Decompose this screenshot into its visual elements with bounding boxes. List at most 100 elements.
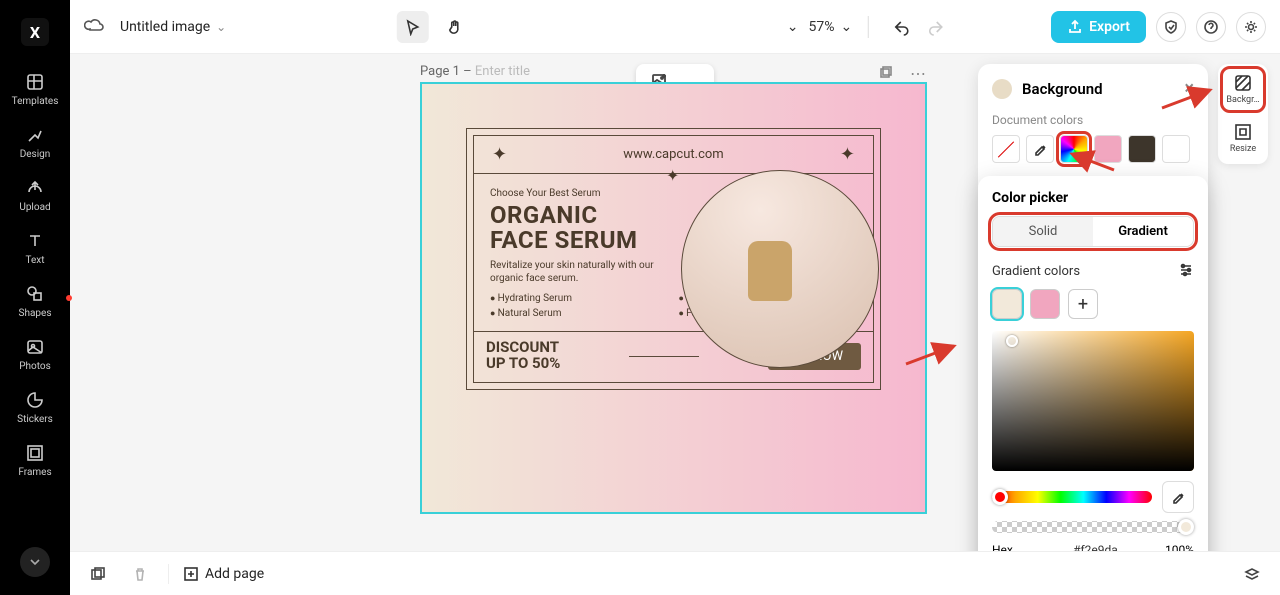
page-title-input[interactable]: Enter title	[475, 64, 530, 79]
nav-label: Design	[20, 149, 51, 160]
document-title: Untitled image	[120, 19, 210, 35]
settings-button[interactable]	[1236, 12, 1266, 42]
ad-photo	[681, 170, 879, 368]
nav-label: Templates	[12, 96, 59, 107]
help-icon	[1203, 19, 1219, 35]
chevron-down-icon: ⌄	[216, 20, 226, 34]
swatch-rainbow[interactable]	[1060, 135, 1088, 163]
tab-solid[interactable]: Solid	[993, 217, 1093, 246]
zoom-dropdown[interactable]: 57% ⌄	[809, 19, 853, 35]
add-page-label: Add page	[205, 566, 264, 582]
templates-icon	[25, 72, 45, 92]
top-header: Untitled image ⌄ ⌄ 57% ⌄ Export	[70, 0, 1280, 54]
help-button[interactable]	[1196, 12, 1226, 42]
document-title-dropdown[interactable]: Untitled image ⌄	[120, 19, 226, 35]
ad-url: www.capcut.com	[623, 147, 723, 162]
picker-tabs: Solid Gradient	[992, 216, 1194, 247]
export-label: Export	[1089, 19, 1130, 35]
delete-page-button[interactable]	[126, 560, 154, 588]
eyedropper-icon	[1170, 489, 1186, 505]
right-rail: Backgr… Resize	[1218, 64, 1268, 164]
layers-button[interactable]	[1238, 560, 1266, 588]
chevron-down-icon: ⌄	[841, 19, 853, 35]
nav-label: Upload	[19, 202, 50, 213]
nav-label: Frames	[18, 467, 51, 478]
swatch-eyedropper[interactable]	[1026, 135, 1054, 163]
rail-background-button[interactable]: Backgr…	[1224, 70, 1261, 109]
background-icon	[1234, 74, 1252, 92]
color-picker-popover: Color picker Solid Gradient Gradient col…	[978, 176, 1208, 589]
select-tool[interactable]	[397, 11, 429, 43]
export-button[interactable]: Export	[1051, 11, 1146, 43]
photos-icon	[25, 337, 45, 357]
hue-slider[interactable]	[992, 491, 1152, 503]
chevron-down-icon	[28, 555, 42, 569]
separator	[168, 564, 169, 584]
redo-button[interactable]	[921, 11, 953, 43]
design-icon	[25, 125, 45, 145]
rail-resize-button[interactable]: Resize	[1228, 119, 1258, 158]
saturation-value-plane[interactable]	[992, 331, 1194, 471]
close-panel-button[interactable]: ×	[1184, 78, 1194, 99]
current-bg-swatch	[992, 79, 1012, 99]
resize-icon	[1234, 123, 1252, 141]
page-canvas[interactable]: ✦ www.capcut.com ✦ Choose Your Best Seru…	[420, 82, 927, 514]
app-logo[interactable]: X	[0, 10, 70, 54]
bottom-bar: Add page	[70, 551, 1280, 595]
nav-label: Photos	[19, 361, 51, 372]
eyedropper-button[interactable]	[1162, 481, 1194, 513]
swatch-dark[interactable]	[1128, 135, 1156, 163]
frames-icon	[25, 443, 45, 463]
ad-bullet: Natural Serum	[490, 308, 669, 319]
sparkle-icon: ✦	[840, 144, 855, 165]
tab-gradient[interactable]: Gradient	[1093, 217, 1193, 246]
swatch-white[interactable]	[1162, 135, 1190, 163]
shapes-icon	[25, 284, 45, 304]
undo-button[interactable]	[885, 11, 917, 43]
page-label-prefix: Page 1 –	[420, 64, 472, 79]
gradient-colors-label: Gradient colors	[992, 264, 1080, 279]
chevron-down-icon: ⌄	[787, 19, 799, 35]
page-label[interactable]: Page 1 – Enter title	[420, 64, 530, 79]
page-mini-actions: ⋯	[878, 64, 928, 84]
gear-icon	[1243, 19, 1259, 35]
add-page-icon	[183, 566, 199, 582]
text-icon	[25, 231, 45, 251]
expand-sidebar-button[interactable]	[20, 547, 50, 577]
swatch-pink[interactable]	[1094, 135, 1122, 163]
nav-frames[interactable]: Frames	[18, 443, 51, 478]
doc-colors-label: Document colors	[992, 113, 1194, 127]
nav-design[interactable]: Design	[20, 125, 51, 160]
gradient-stop-1[interactable]	[992, 289, 1022, 319]
alpha-slider[interactable]	[992, 521, 1194, 533]
shield-icon	[1163, 19, 1179, 35]
zoom-value: 57%	[809, 19, 835, 35]
hue-handle[interactable]	[992, 489, 1008, 505]
export-icon	[1067, 19, 1083, 35]
swatch-none[interactable]	[992, 135, 1020, 163]
shield-button[interactable]	[1156, 12, 1186, 42]
ad-subtext: Revitalize your skin naturally with our …	[490, 259, 660, 285]
stickers-icon	[25, 390, 45, 410]
left-sidebar: X Templates Design Upload Text Shapes Ph…	[0, 0, 70, 595]
gradient-add-stop[interactable]: +	[1068, 289, 1098, 319]
page-more-button[interactable]: ⋯	[910, 64, 928, 84]
rail-label: Backgr…	[1226, 95, 1259, 105]
alpha-handle[interactable]	[1178, 519, 1194, 535]
nav-photos[interactable]: Photos	[19, 337, 51, 372]
nav-text[interactable]: Text	[25, 231, 45, 266]
gradient-settings-button[interactable]	[1178, 261, 1194, 281]
cloud-save-button[interactable]	[84, 14, 106, 40]
ad-design: ✦ www.capcut.com ✦ Choose Your Best Seru…	[422, 84, 925, 512]
sv-handle[interactable]	[1006, 335, 1018, 347]
upload-icon	[25, 178, 45, 198]
hand-tool[interactable]	[439, 11, 471, 43]
duplicate-page-button[interactable]	[878, 64, 894, 84]
nav-upload[interactable]: Upload	[19, 178, 50, 213]
nav-stickers[interactable]: Stickers	[17, 390, 53, 425]
gradient-stop-2[interactable]	[1030, 289, 1060, 319]
nav-shapes[interactable]: Shapes	[19, 284, 52, 319]
add-page-button[interactable]: Add page	[183, 566, 264, 582]
nav-templates[interactable]: Templates	[12, 72, 59, 107]
pages-overview-button[interactable]	[84, 560, 112, 588]
